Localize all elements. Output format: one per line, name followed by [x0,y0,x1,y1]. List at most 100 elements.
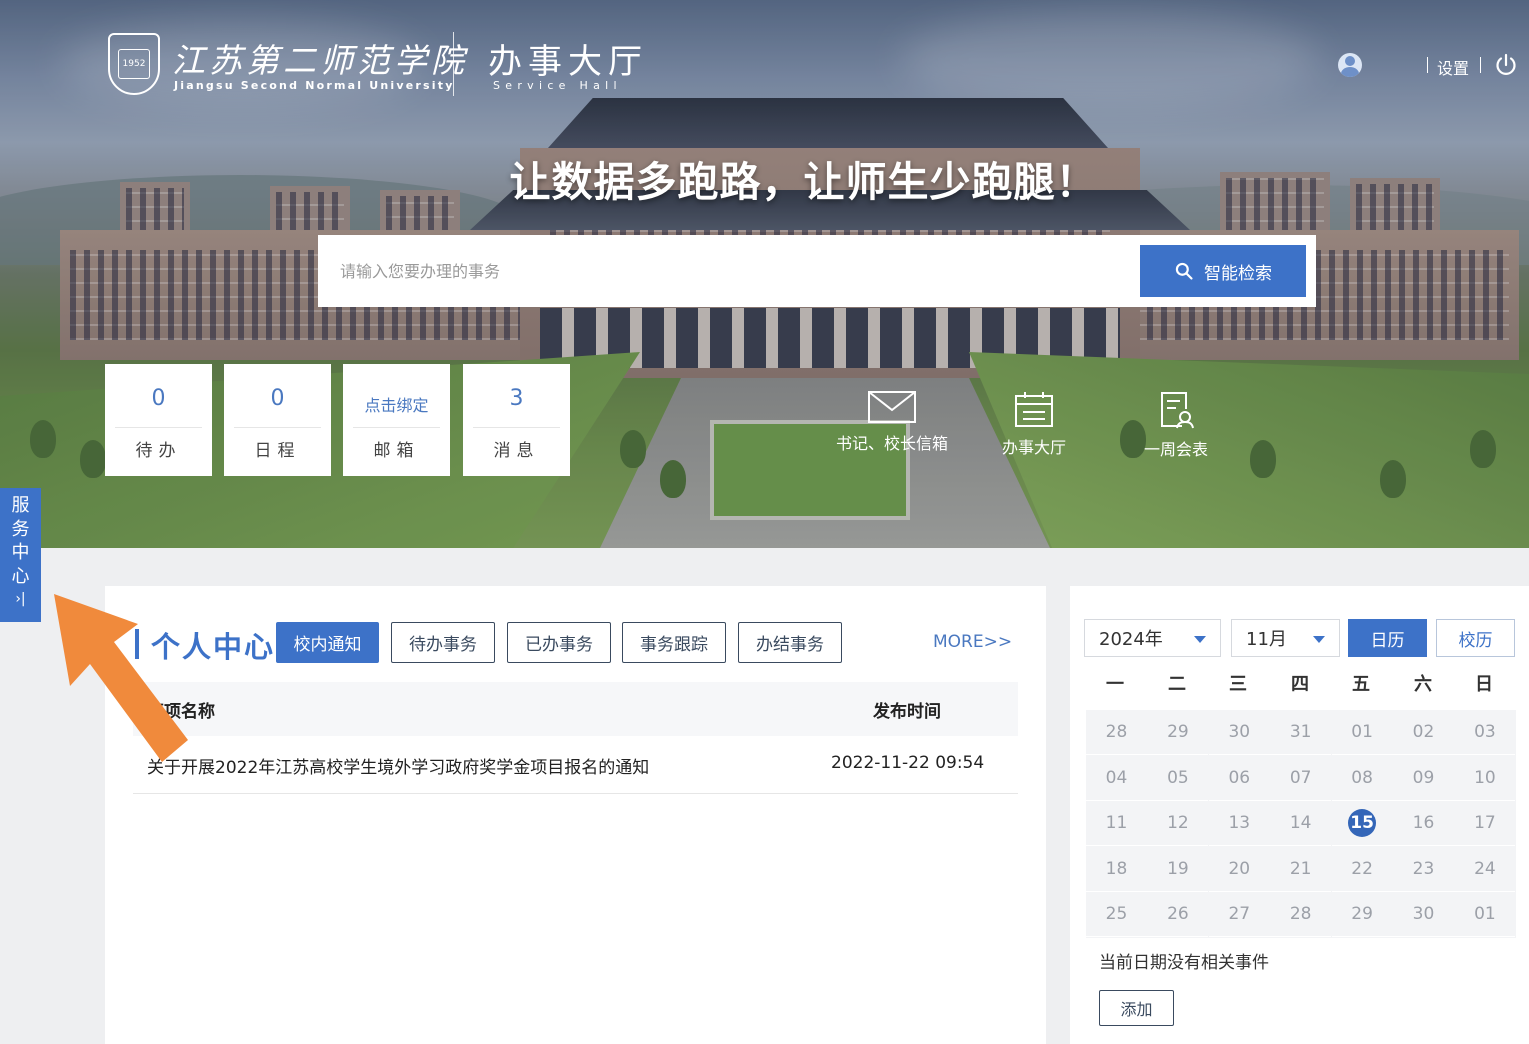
calendar-day-cell[interactable]: 30 [1208,710,1270,755]
orange-pointer-arrow [54,594,188,762]
calendar-day-cell[interactable]: 16 [1393,801,1454,847]
calendar-day-cell[interactable]: 27 [1208,892,1270,938]
weekday-header: 一 二 三 四 五 六 日 [1086,666,1516,702]
smart-search-label: 智能检索 [1204,263,1272,283]
calendar-day-number: 27 [1228,904,1251,925]
service-tab-char: 务 [11,518,30,540]
calendar-view-button[interactable]: 日历 [1348,619,1427,657]
more-link[interactable]: MORE>> [933,632,1012,652]
calendar-day-cell[interactable]: 08 [1331,756,1393,801]
smart-search-button[interactable]: 智能检索 [1140,245,1306,297]
stat-label: 待办 [135,441,182,461]
tab-pending-affairs[interactable]: 待办事务 [391,622,495,663]
school-calendar-button[interactable]: 校历 [1436,619,1515,657]
quick-link-president-mailbox[interactable]: 书记、校长信箱 [836,390,948,454]
year-select-value: 2024年 [1099,629,1163,650]
weekday-label: 六 [1414,674,1432,695]
calendar-day-number: 10 [1474,767,1496,788]
calendar-day-cell[interactable]: 29 [1331,892,1393,938]
month-select[interactable]: 11月 [1231,619,1340,657]
weekday-label: 日 [1475,674,1493,695]
calendar-day-cell[interactable]: 14 [1270,801,1332,847]
stat-card-schedule[interactable]: 0 日程 [224,364,331,476]
add-event-button[interactable]: 添加 [1099,990,1174,1026]
stat-value: 3 [509,386,524,411]
stat-card-todo[interactable]: 0 待办 [105,364,212,476]
school-name: 江苏第二师范学院 [172,41,468,80]
calendar-day-cell[interactable]: 10 [1454,756,1516,801]
calendar-day-number: 19 [1167,858,1189,879]
search-input[interactable] [328,247,1128,295]
weekday-label: 四 [1291,674,1309,695]
calendar-day-cell[interactable]: 29 [1147,710,1209,755]
calendar-day-cell[interactable]: 22 [1331,847,1393,892]
logo-divider [453,32,454,96]
calendar-day-cell[interactable]: 01 [1331,710,1393,755]
calendar-day-cell[interactable]: 28 [1270,892,1332,938]
logout-power-icon[interactable] [1494,53,1518,77]
calendar-day-cell[interactable]: 18 [1086,847,1147,892]
calendar-day-cell[interactable]: 09 [1393,756,1454,801]
calendar-day-cell[interactable]: 15 [1331,801,1393,847]
calendar-day-number: 07 [1289,767,1312,788]
user-avatar-icon[interactable] [1338,53,1362,77]
weekday-label: 三 [1229,674,1247,695]
calendar-day-cell[interactable]: 25 [1086,892,1147,938]
notice-title[interactable]: 关于开展2022年江苏高校学生境外学习政府奖学金项目报名的通知 [147,753,649,778]
stat-card-messages[interactable]: 3 消息 [463,364,570,476]
calendar-day-number: 12 [1167,813,1189,834]
calendar-day-cell[interactable]: 12 [1147,801,1209,847]
calendar-day-cell[interactable]: 26 [1147,892,1209,938]
calendar-day-cell[interactable]: 28 [1086,710,1147,755]
calendar-day-cell[interactable]: 24 [1454,847,1516,892]
search-bar: 智能检索 [318,235,1316,307]
service-tab-char: 心 [11,565,30,587]
bind-mailbox-link[interactable]: 点击绑定 [343,392,450,416]
calendar-day-number: 03 [1474,722,1496,742]
user-name[interactable] [1368,54,1418,74]
calendar-day-cell[interactable]: 20 [1208,847,1270,892]
calendar-day-cell[interactable]: 21 [1270,847,1332,892]
calendar-day-cell[interactable]: 01 [1454,892,1516,938]
quick-link-service-hall[interactable]: 办事大厅 [1002,390,1066,458]
calendar-panel: 2024年 11月 日历 校历 一 二 三 四 五 六 日 28 29 30 31 01… [1070,586,1529,1044]
calendar-day-number: 31 [1289,722,1312,742]
calendar-day-cell[interactable]: 13 [1208,801,1270,847]
calendar-day-cell[interactable]: 19 [1147,847,1209,892]
calendar-day-cell[interactable]: 31 [1270,710,1332,755]
calendar-day-number: 04 [1105,767,1128,788]
table-row[interactable]: 关于开展2022年江苏高校学生境外学习政府奖学金项目报名的通知 2022-11-… [133,736,1018,794]
service-center-tab[interactable]: 服 务 中 心 ›| [0,488,41,622]
school-name-en: Jiangsu Second Normal University [174,79,455,92]
calendar-day-cell[interactable]: 07 [1270,756,1332,801]
settings-link[interactable]: 设置 [1437,55,1469,79]
calendar-day-cell[interactable]: 30 [1393,892,1454,938]
calendar-day-number: 06 [1228,767,1251,788]
tab-closed-affairs[interactable]: 办结事务 [738,622,842,663]
tab-handled-affairs[interactable]: 已办事务 [507,622,611,663]
calendar-day-number: 18 [1105,858,1128,879]
hero-slogan: 让数据多跑路，让师生少跑腿！ [509,158,1098,206]
calendar-day-cell[interactable]: 17 [1454,801,1516,847]
stat-label: 日程 [254,441,301,461]
stat-label: 邮箱 [373,441,420,461]
calendar-day-cell[interactable]: 06 [1208,756,1270,801]
quick-link-weekly-meetings[interactable]: 一周会表 [1144,390,1208,460]
schedule-doc-icon [1161,392,1194,429]
calendar-day-cell[interactable]: 11 [1086,801,1147,847]
weekday-label: 五 [1352,674,1370,695]
quick-link-label: 一周会表 [1144,440,1209,459]
calendar-day-number: 30 [1412,904,1435,925]
calendar-day-cell[interactable]: 05 [1147,756,1209,801]
calendar-day-number: 16 [1412,813,1435,834]
tab-campus-notices[interactable]: 校内通知 [276,622,379,663]
tab-affair-tracking[interactable]: 事务跟踪 [622,622,726,663]
stat-card-mailbox[interactable]: 点击绑定 邮箱 [343,364,450,476]
calendar-day-cell[interactable]: 03 [1454,710,1516,755]
calendar-day-cell[interactable]: 02 [1393,710,1454,755]
chevron-down-icon [1313,636,1325,643]
hall-title-en: Service Hall [493,79,622,92]
calendar-day-cell[interactable]: 23 [1393,847,1454,892]
year-select[interactable]: 2024年 [1084,619,1221,657]
calendar-day-cell[interactable]: 04 [1086,756,1147,801]
